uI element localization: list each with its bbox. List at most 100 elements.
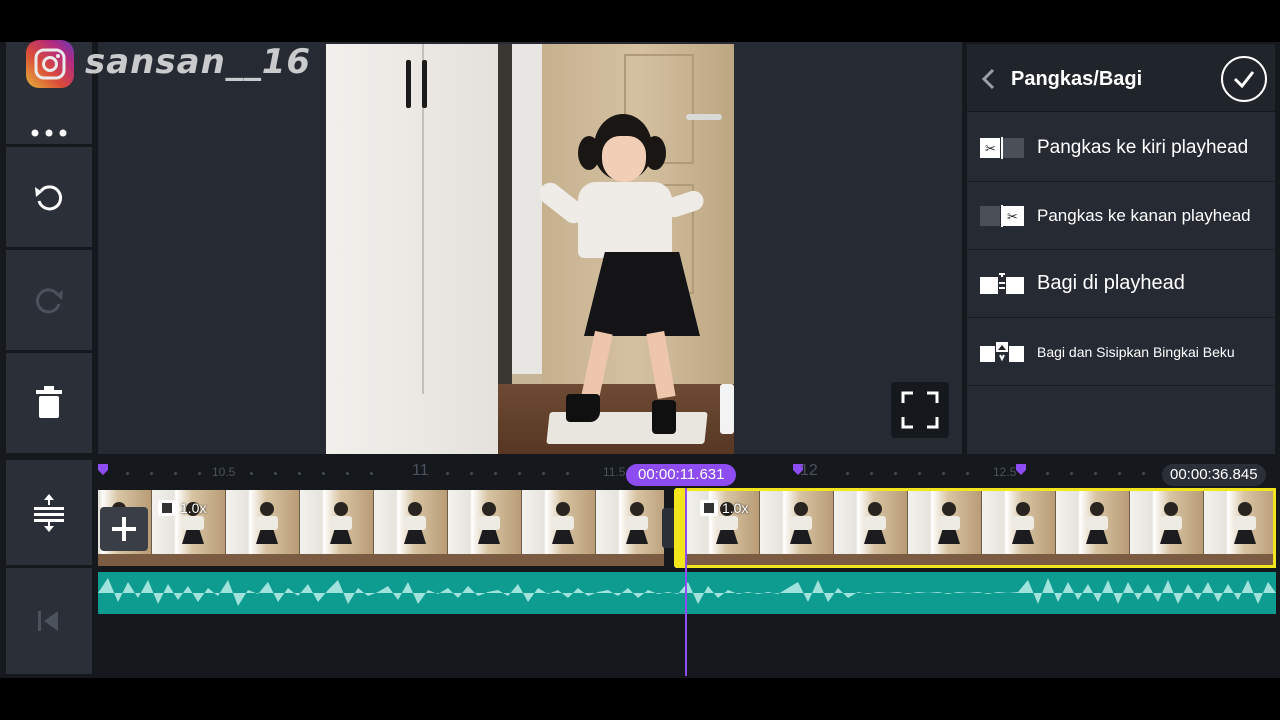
ruler-tick xyxy=(1094,472,1097,475)
menu-item-trim-right[interactable]: ✂ Pangkas ke kanan playhead xyxy=(967,182,1275,250)
svg-text:✂: ✂ xyxy=(985,142,996,157)
confirm-button[interactable] xyxy=(1221,56,1267,102)
ruler-tick xyxy=(250,472,253,475)
ruler-tick xyxy=(150,472,153,475)
ruler-label: 12.5 xyxy=(993,465,1017,479)
wardrobe-handle xyxy=(406,60,411,108)
delete-button[interactable] xyxy=(6,353,92,453)
person-face xyxy=(602,136,646,182)
ruler-label: 11 xyxy=(412,462,429,479)
ruler-tick xyxy=(542,472,545,475)
audio-track[interactable] xyxy=(98,572,1276,614)
person-sock xyxy=(652,400,676,434)
trash-icon xyxy=(36,386,62,418)
ruler-tick xyxy=(1142,472,1145,475)
ruler-tick xyxy=(126,472,129,475)
clip-speed-label: 1.0x xyxy=(180,500,207,516)
clip-split-gap xyxy=(662,508,674,548)
instagram-logo-icon xyxy=(26,40,74,88)
trim-right-icon: ✂ xyxy=(980,204,1024,227)
fullscreen-icon xyxy=(901,391,939,429)
clip-selection-border xyxy=(676,488,1276,568)
person-sock xyxy=(566,394,600,422)
trim-left-icon: ✂ xyxy=(980,136,1024,159)
wardrobe-image xyxy=(326,44,504,454)
undo-button[interactable] xyxy=(6,147,92,247)
back-chevron-icon[interactable] xyxy=(981,68,995,90)
video-preview[interactable] xyxy=(326,44,734,454)
person-sweater xyxy=(578,182,672,258)
ruler-tick xyxy=(566,472,569,475)
clip-thumbnail xyxy=(448,490,522,566)
menu-label: Bagi dan Sisipkan Bingkai Beku xyxy=(1037,343,1235,360)
ruler-tick xyxy=(322,472,325,475)
ruler-label: 10.5 xyxy=(212,465,236,479)
playhead[interactable] xyxy=(685,488,687,676)
video-clip[interactable]: 1.0x xyxy=(98,490,664,566)
split-freeze-frame-icon xyxy=(980,341,1024,362)
ruler-tick xyxy=(198,472,201,475)
undo-icon xyxy=(35,185,63,211)
menu-item-split[interactable]: Bagi di playhead xyxy=(967,250,1275,318)
track-resize-button[interactable] xyxy=(6,460,92,565)
ruler-tick xyxy=(346,472,349,475)
trim-split-panel: Pangkas/Bagi ✂ Pangkas ke kiri playhead xyxy=(967,44,1275,454)
redo-icon xyxy=(35,288,63,314)
ruler-tick xyxy=(918,472,921,475)
ruler-tick xyxy=(494,472,497,475)
checkmark-icon xyxy=(1233,71,1255,89)
clip-thumbnail xyxy=(522,490,596,566)
ruler-tick xyxy=(446,472,449,475)
more-icon xyxy=(31,129,67,137)
timeline-marker[interactable] xyxy=(1016,464,1026,475)
letterbox-top xyxy=(0,0,1280,42)
watermark-handle: sansan__16 xyxy=(85,42,312,82)
ruler-tick xyxy=(1046,472,1049,475)
ruler-tick xyxy=(298,472,301,475)
preview-area xyxy=(98,42,962,454)
ruler-tick xyxy=(894,472,897,475)
ruler-tick xyxy=(966,472,969,475)
menu-item-trim-left[interactable]: ✂ Pangkas ke kiri playhead xyxy=(967,114,1275,182)
letterbox-bottom xyxy=(0,678,1280,720)
redo-button[interactable] xyxy=(6,250,92,350)
add-media-button[interactable] xyxy=(100,507,148,551)
door-handle xyxy=(686,114,722,120)
video-editor: Pangkas/Bagi ✂ Pangkas ke kiri playhead xyxy=(0,42,1280,678)
clip-thumbnail xyxy=(300,490,374,566)
ruler-tick xyxy=(870,472,873,475)
menu-item-split-freeze-frame[interactable]: Bagi dan Sisipkan Bingkai Beku xyxy=(967,318,1275,386)
wall-image xyxy=(512,44,542,374)
film-icon xyxy=(158,500,176,516)
ruler-tick xyxy=(470,472,473,475)
skip-to-start-button[interactable] xyxy=(6,568,92,674)
skip-to-start-icon xyxy=(38,611,58,631)
menu-label: Pangkas ke kiri playhead xyxy=(1037,136,1249,158)
ruler-label: 11.5 xyxy=(603,465,626,479)
ruler-tick xyxy=(846,472,849,475)
menu-label: Bagi di playhead xyxy=(1037,272,1185,294)
clip-thumbnail xyxy=(374,490,448,566)
ruler-tick xyxy=(1118,472,1121,475)
fullscreen-button[interactable] xyxy=(891,382,949,438)
track-resize-icon xyxy=(34,493,64,532)
timeline-marker[interactable] xyxy=(98,464,108,475)
panel-title: Pangkas/Bagi xyxy=(1011,68,1143,90)
person-pigtail xyxy=(644,136,666,170)
clip-thumbnail xyxy=(226,490,300,566)
ruler-label: 12 xyxy=(800,462,818,479)
bin-image xyxy=(720,384,734,434)
clip-thumbnail xyxy=(596,490,664,566)
ruler-tick xyxy=(174,472,177,475)
wardrobe-handle xyxy=(422,60,427,108)
current-time: 00:00:11.631 xyxy=(626,464,737,486)
ruler-tick xyxy=(1070,472,1073,475)
person-pigtail xyxy=(578,136,600,170)
total-time: 00:00:36.845 xyxy=(1162,464,1266,486)
ruler-tick xyxy=(274,472,277,475)
plus-icon xyxy=(112,517,136,541)
svg-text:✂: ✂ xyxy=(1007,210,1018,225)
panel-header: Pangkas/Bagi xyxy=(967,44,1275,112)
audio-waveform xyxy=(98,578,1276,606)
camera-icon xyxy=(34,48,66,80)
